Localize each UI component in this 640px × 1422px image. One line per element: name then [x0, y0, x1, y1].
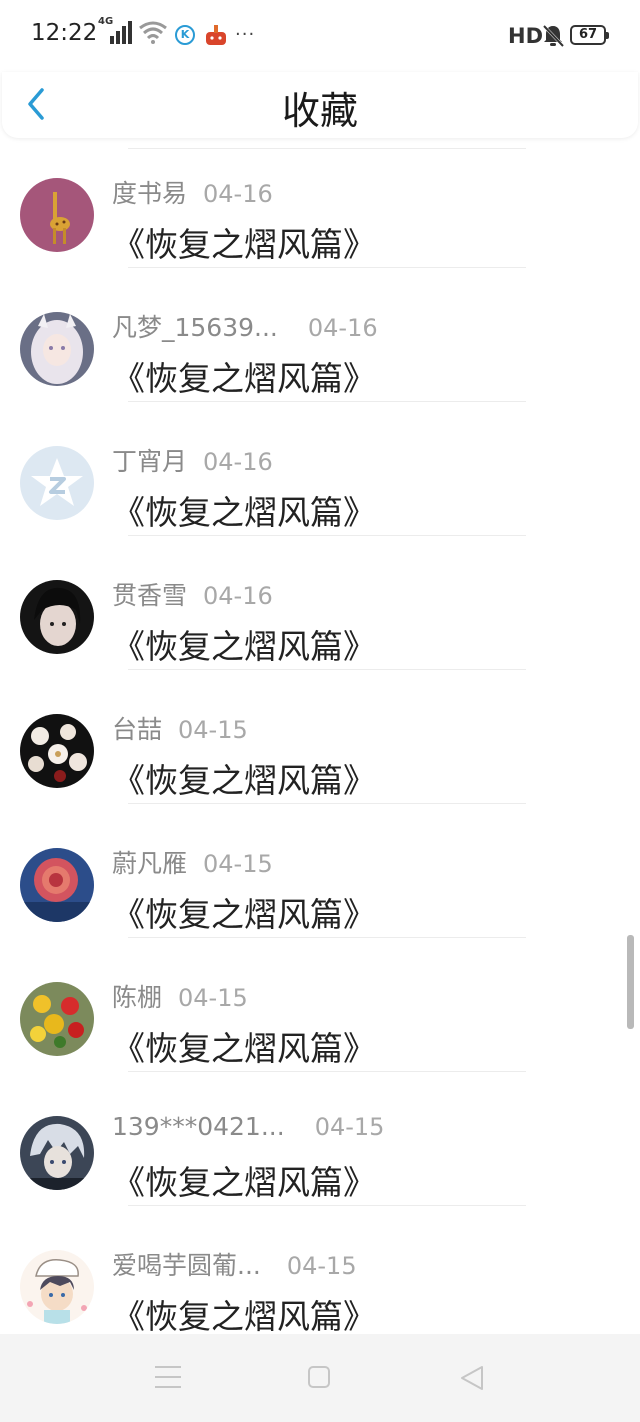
- date: 04-16: [307, 314, 378, 342]
- list-item[interactable]: 贯香雪 04-16 《恢复之熠风篇》: [0, 536, 640, 670]
- avatar[interactable]: [20, 312, 94, 386]
- date: 04-15: [178, 716, 248, 744]
- avatar[interactable]: [20, 446, 94, 520]
- avatar[interactable]: [20, 1116, 94, 1190]
- date: 04-16: [203, 582, 273, 610]
- avatar[interactable]: [20, 982, 94, 1056]
- user-name: 爱喝芋圆葡...: [112, 1251, 261, 1280]
- nav-bar: 收藏: [2, 72, 638, 138]
- more-notifications-icon: ···: [235, 24, 256, 45]
- date: 04-16: [203, 180, 273, 208]
- user-name: 丁宵月: [112, 447, 188, 476]
- home-icon[interactable]: [308, 1366, 330, 1388]
- back-triangle-icon[interactable]: [458, 1364, 486, 1392]
- wifi-icon: [139, 21, 167, 44]
- book-title[interactable]: 《恢复之熠风篇》: [112, 888, 376, 936]
- user-name: 蔚凡雁: [112, 849, 188, 878]
- list-item[interactable]: 陈棚 04-15 《恢复之熠风篇》: [0, 938, 640, 1072]
- avatar[interactable]: [20, 178, 94, 252]
- scrollbar[interactable]: [627, 935, 634, 1029]
- list-item[interactable]: 丁宵月 04-16 《恢复之熠风篇》: [0, 402, 640, 536]
- book-title[interactable]: 《恢复之熠风篇》: [112, 1156, 376, 1204]
- book-title[interactable]: 《恢复之熠风篇》: [112, 620, 376, 668]
- status-time: 12:22: [31, 20, 98, 46]
- date: 04-15: [286, 1252, 357, 1280]
- user-name: 台喆: [112, 715, 163, 744]
- menu-icon[interactable]: [155, 1366, 181, 1388]
- k-app-icon: K: [175, 25, 195, 45]
- book-title[interactable]: 《恢复之熠风篇》: [112, 754, 376, 802]
- battery-indicator: 67: [570, 25, 609, 45]
- avatar[interactable]: [20, 1250, 94, 1324]
- avatar[interactable]: [20, 848, 94, 922]
- favorites-list: 度书易 04-16 《恢复之熠风篇》 凡梦_15639... 04-16 《恢复之熠…: [0, 134, 640, 1340]
- user-name: 139***0421...: [112, 1112, 285, 1141]
- user-name: 度书易: [112, 179, 188, 208]
- list-item[interactable]: 凡梦_15639... 04-16 《恢复之熠风篇》: [0, 268, 640, 402]
- cellular-signal-icon: 4G: [98, 16, 132, 46]
- book-title[interactable]: 《恢复之熠风篇》: [112, 1022, 376, 1070]
- page-title: 收藏: [281, 89, 358, 133]
- list-item[interactable]: 139***0421... 04-15 《恢复之熠风篇》: [0, 1072, 640, 1206]
- avatar[interactable]: [20, 580, 94, 654]
- user-name: 凡梦_15639...: [112, 313, 278, 342]
- bell-muted-icon: [542, 24, 564, 48]
- date: 04-15: [178, 984, 248, 1012]
- book-title[interactable]: 《恢复之熠风篇》: [112, 486, 376, 534]
- list-item[interactable]: 度书易 04-16 《恢复之熠风篇》: [0, 134, 640, 268]
- status-bar: 12:22 4G K ··· HD 67: [0, 0, 640, 74]
- list-item[interactable]: 台喆 04-15 《恢复之熠风篇》: [0, 670, 640, 804]
- list-item[interactable]: 蔚凡雁 04-15 《恢复之熠风篇》: [0, 804, 640, 938]
- hd-indicator: HD: [508, 24, 544, 48]
- date: 04-15: [203, 850, 273, 878]
- date: 04-15: [314, 1113, 385, 1141]
- book-title[interactable]: 《恢复之熠风篇》: [112, 218, 376, 266]
- book-title[interactable]: 《恢复之熠风篇》: [112, 352, 376, 400]
- date: 04-16: [203, 448, 273, 476]
- list-item[interactable]: 爱喝芋圆葡... 04-15 《恢复之熠风篇》: [0, 1206, 640, 1340]
- user-name: 贯香雪: [112, 581, 188, 610]
- gift-box-icon: [206, 25, 226, 45]
- book-title[interactable]: 《恢复之熠风篇》: [112, 1290, 376, 1338]
- avatar[interactable]: [20, 714, 94, 788]
- user-name: 陈棚: [112, 983, 163, 1012]
